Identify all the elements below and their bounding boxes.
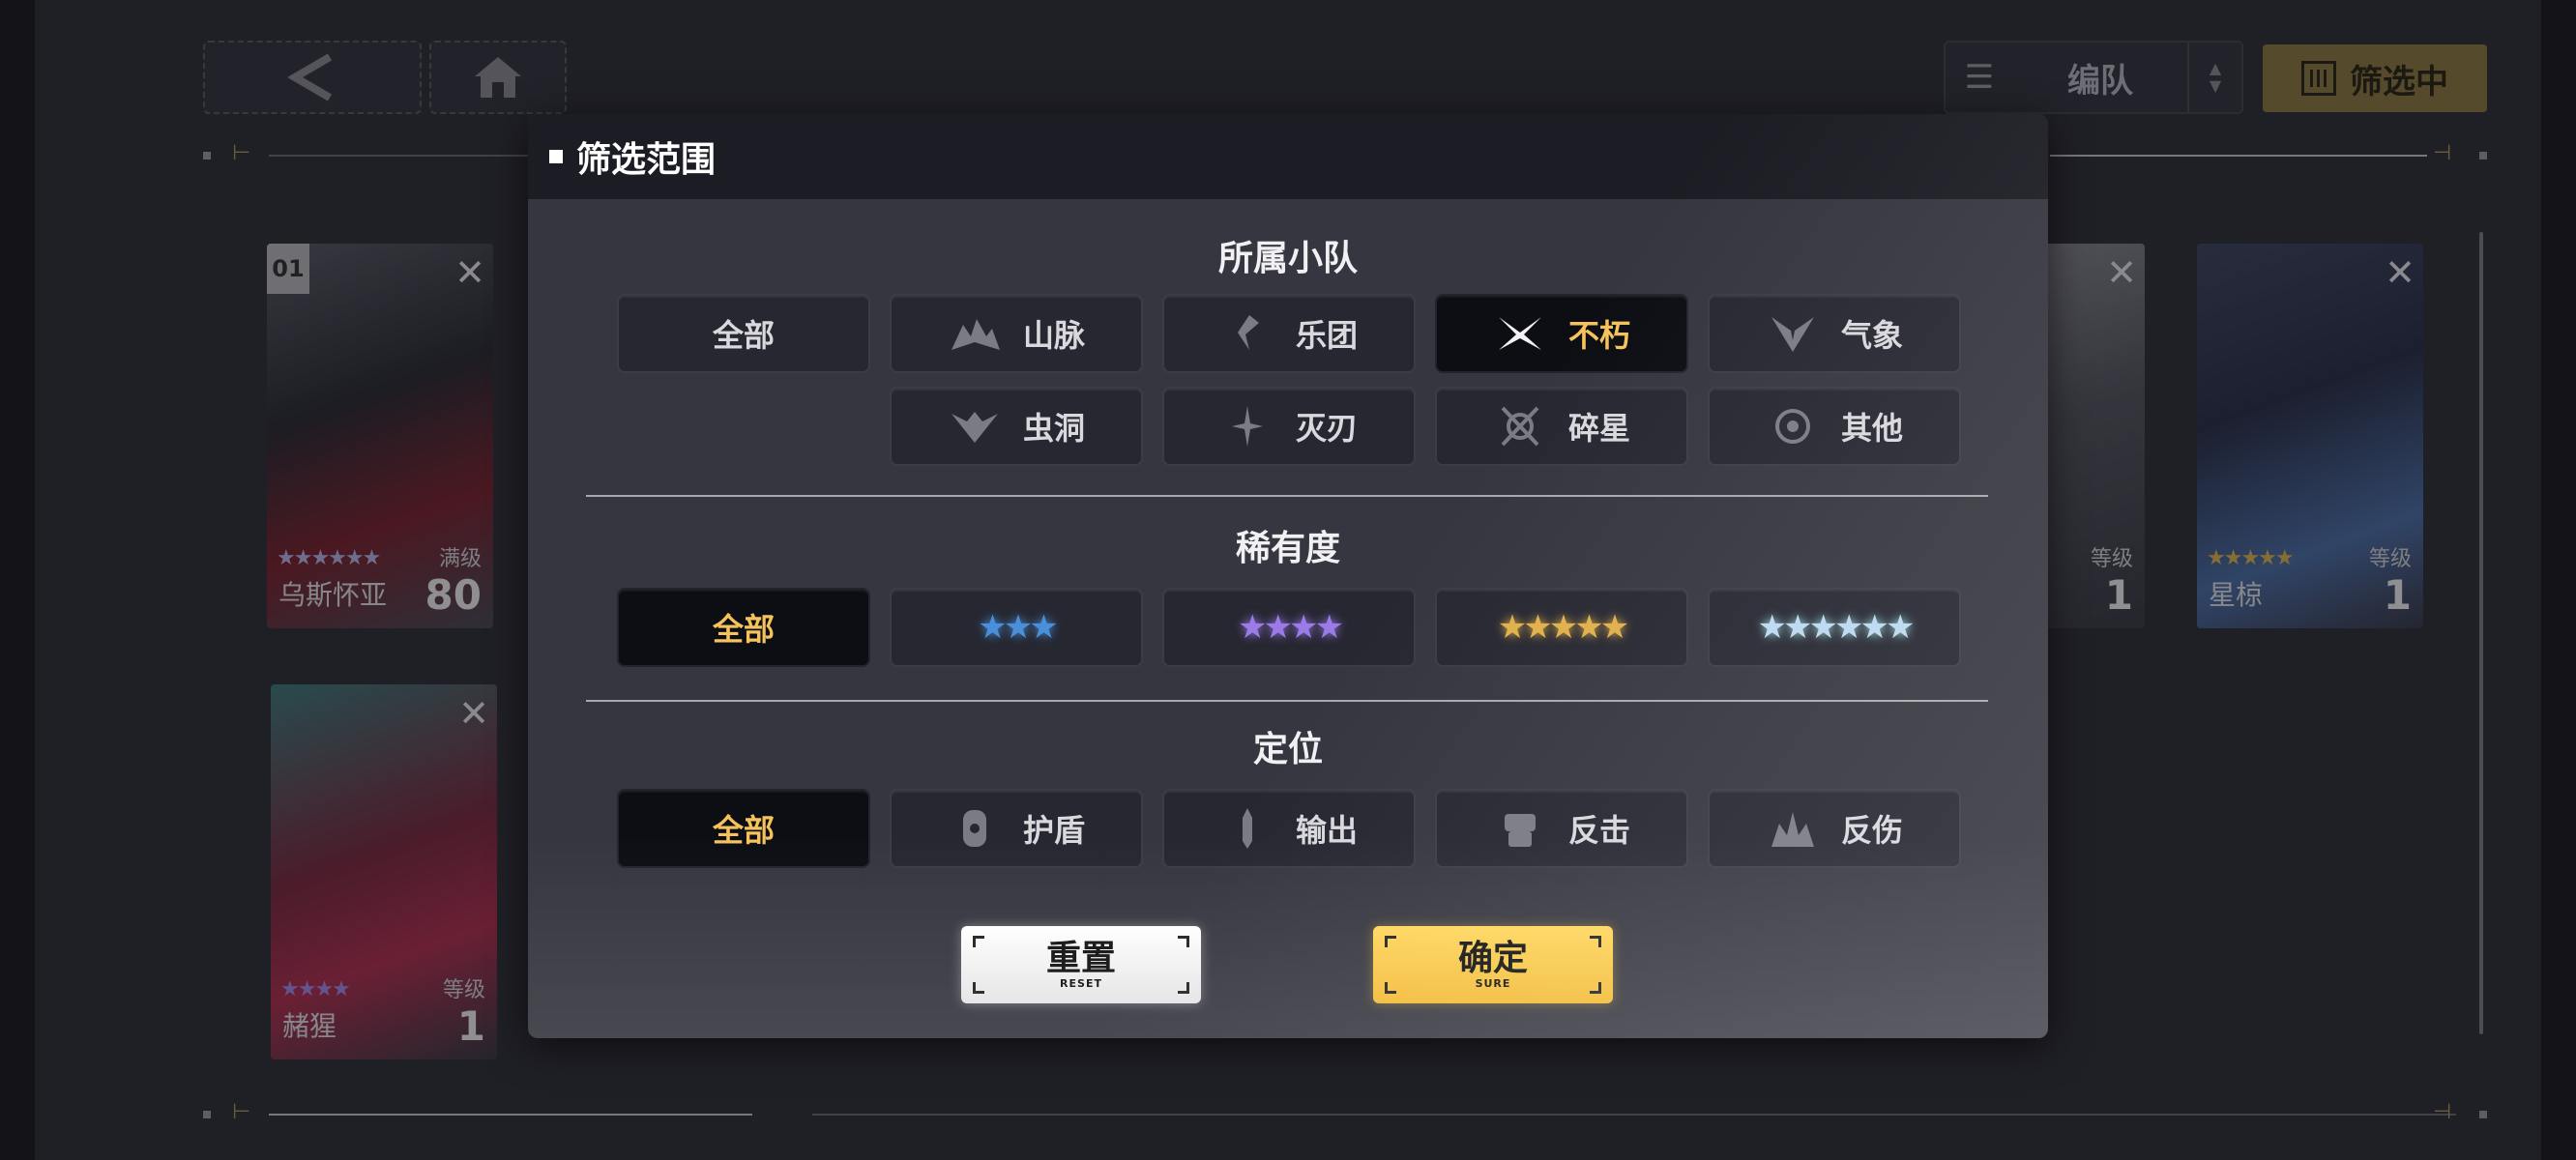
counter-fist-icon: [1493, 806, 1547, 851]
option-label: 乐团: [1295, 317, 1358, 354]
weather-icon: [1766, 311, 1820, 356]
corner-bracket: [1590, 982, 1601, 994]
option-label: 不朽: [1567, 317, 1630, 354]
blade-icon: [1220, 404, 1274, 449]
band-icon: [1220, 311, 1274, 356]
squad-option-shattered-star[interactable]: 碎星: [1435, 387, 1688, 466]
wormhole-icon: [948, 404, 1002, 449]
section-divider: [586, 495, 1988, 497]
damage-icon: [1220, 806, 1274, 851]
rarity-section-title: 稀有度: [1235, 529, 1340, 568]
role-option-damage[interactable]: 输出: [1162, 789, 1416, 868]
option-label: 输出: [1295, 812, 1358, 849]
role-option-shield[interactable]: 护盾: [890, 789, 1143, 868]
option-label: 全部: [712, 812, 775, 849]
squad-option-other[interactable]: 其他: [1708, 387, 1961, 466]
rarity-option-6-star[interactable]: ★★★★★★: [1708, 588, 1961, 667]
shield-icon: [948, 806, 1002, 851]
reset-button[interactable]: 重置 RESET: [961, 926, 1201, 1003]
other-icon: [1766, 404, 1820, 449]
option-label: 灭刃: [1295, 410, 1358, 447]
title-square-icon: [549, 150, 563, 163]
squad-option-mountain[interactable]: 山脉: [890, 294, 1143, 373]
corner-bracket: [973, 982, 984, 994]
filter-modal: 筛选范围 所属小队 全部 山脉 乐团 不朽 气象 虫洞 灭刃 碎星 其他 稀有度: [528, 114, 2048, 1038]
role-section-title: 定位: [1252, 730, 1323, 769]
role-option-counter[interactable]: 反击: [1435, 789, 1688, 868]
option-label: 全部: [712, 317, 775, 354]
modal-title: 筛选范围: [576, 140, 717, 180]
confirm-button[interactable]: 确定 SURE: [1373, 926, 1613, 1003]
corner-bracket: [1385, 982, 1396, 994]
squad-option-wormhole[interactable]: 虫洞: [890, 387, 1143, 466]
role-option-all[interactable]: 全部: [617, 789, 870, 868]
rarity-stars: ★★★★: [1238, 608, 1344, 647]
immortal-icon: [1493, 311, 1547, 356]
reset-sublabel: RESET: [1060, 977, 1102, 990]
option-label: 护盾: [1022, 812, 1085, 849]
option-label: 山脉: [1022, 317, 1085, 354]
section-divider: [586, 700, 1988, 702]
option-label: 全部: [712, 611, 775, 648]
rarity-option-3-star[interactable]: ★★★: [890, 588, 1143, 667]
corner-bracket: [1178, 982, 1189, 994]
corner-bracket: [973, 936, 984, 947]
corner-bracket: [1385, 936, 1396, 947]
modal-header: 筛选范围: [528, 114, 2048, 199]
shattered-star-icon: [1493, 404, 1547, 449]
rarity-stars: ★★★: [978, 608, 1058, 647]
rarity-option-all[interactable]: 全部: [617, 588, 870, 667]
corner-bracket: [1178, 936, 1189, 947]
corner-bracket: [1590, 936, 1601, 947]
squad-option-immortal[interactable]: 不朽: [1435, 294, 1688, 373]
role-option-reflect[interactable]: 反伤: [1708, 789, 1961, 868]
reset-label: 重置: [1045, 939, 1116, 978]
option-label: 虫洞: [1022, 410, 1085, 447]
reflect-icon: [1766, 806, 1820, 851]
option-label: 反击: [1567, 812, 1630, 849]
squad-section-title: 所属小队: [1217, 239, 1358, 278]
option-label: 气象: [1840, 317, 1903, 354]
rarity-option-5-star[interactable]: ★★★★★: [1435, 588, 1688, 667]
option-label: 碎星: [1567, 410, 1630, 447]
squad-option-band[interactable]: 乐团: [1162, 294, 1416, 373]
rarity-stars: ★★★★★: [1497, 608, 1629, 647]
squad-option-blade[interactable]: 灭刃: [1162, 387, 1416, 466]
squad-option-weather[interactable]: 气象: [1708, 294, 1961, 373]
rarity-option-4-star[interactable]: ★★★★: [1162, 588, 1416, 667]
squad-option-all[interactable]: 全部: [617, 294, 870, 373]
confirm-label: 确定: [1457, 939, 1528, 978]
mountain-icon: [948, 311, 1002, 356]
option-label: 其他: [1840, 410, 1903, 447]
rarity-stars: ★★★★★★: [1757, 608, 1916, 647]
confirm-sublabel: SURE: [1475, 977, 1511, 990]
option-label: 反伤: [1840, 812, 1903, 849]
